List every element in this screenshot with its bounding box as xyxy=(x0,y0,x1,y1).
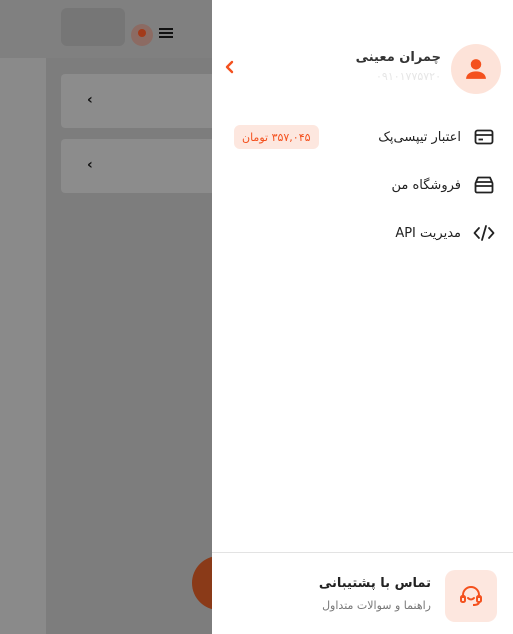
menu-item-credit[interactable]: اعتبار تیپسی‌پک ۳۵۷,۰۴۵ تومان xyxy=(230,122,495,152)
code-icon xyxy=(473,222,495,244)
support-title: تماس با پشتیبانی xyxy=(318,576,431,591)
list-item[interactable]: ‹ xyxy=(61,74,226,128)
menu-item-api[interactable]: مدیریت API xyxy=(230,218,495,248)
hamburger-icon xyxy=(159,28,173,30)
chevron-left-icon: ‹ xyxy=(87,92,93,108)
headset-icon xyxy=(445,570,497,622)
chevron-left-icon: ‹ xyxy=(87,157,93,173)
header-avatar-icon xyxy=(131,24,153,46)
menu-item-label: اعتبار تیپسی‌پک xyxy=(378,129,461,145)
store-icon xyxy=(473,174,495,196)
menu-item-label: مدیریت API xyxy=(395,225,461,241)
divider xyxy=(212,552,513,553)
support-button[interactable]: تماس با پشتیبانی راهنما و سوالات متداول xyxy=(227,570,497,622)
list-item[interactable]: ‹ xyxy=(61,139,226,193)
credit-amount-badge: ۳۵۷,۰۴۵ تومان xyxy=(234,125,319,149)
credit-card-icon xyxy=(473,126,495,148)
chevron-left-icon[interactable] xyxy=(224,58,236,79)
header-menu-button[interactable] xyxy=(61,8,173,46)
profile-name: چمران معینی xyxy=(355,50,441,65)
menu-item-shop[interactable]: فروشگاه من xyxy=(230,170,495,200)
profile-section[interactable]: چمران معینی ۰۹۱۰۱۷۷۵۷۲۰ xyxy=(224,44,501,94)
support-subtitle: راهنما و سوالات متداول xyxy=(322,599,431,612)
side-drawer: چمران معینی ۰۹۱۰۱۷۷۵۷۲۰ اعتبار تیپسی‌پک … xyxy=(212,0,513,634)
menu-item-label: فروشگاه من xyxy=(391,177,461,193)
profile-phone: ۰۹۱۰۱۷۷۵۷۲۰ xyxy=(376,70,441,83)
user-icon xyxy=(451,44,501,94)
